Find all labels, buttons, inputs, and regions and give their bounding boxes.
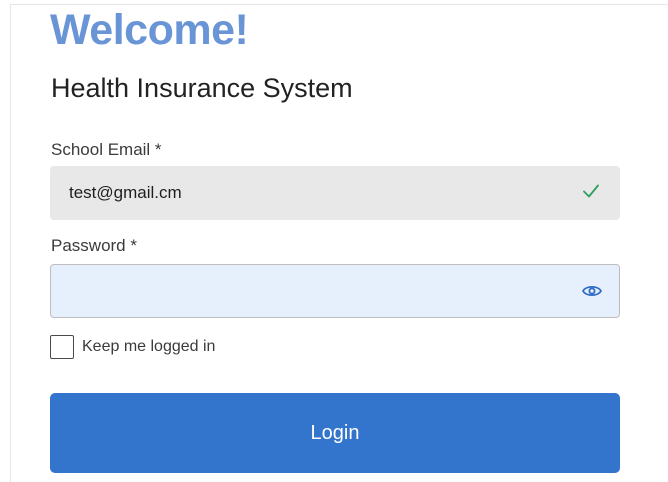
email-value[interactable]: test@gmail.cm (69, 182, 182, 204)
welcome-heading: Welcome! (50, 6, 249, 54)
password-field[interactable] (50, 264, 620, 318)
keep-logged-in-checkbox[interactable] (50, 335, 74, 359)
system-title: Health Insurance System (51, 73, 353, 103)
email-label: School Email * (51, 140, 162, 159)
password-label: Password * (51, 236, 137, 255)
login-button[interactable]: Login (50, 393, 620, 473)
eye-icon[interactable] (581, 282, 603, 300)
card-left-border (10, 4, 11, 482)
keep-logged-in-label[interactable]: Keep me logged in (82, 337, 215, 357)
check-icon (583, 184, 599, 198)
login-card: Welcome! Health Insurance System School … (0, 0, 668, 482)
email-field[interactable]: test@gmail.cm (50, 166, 620, 220)
